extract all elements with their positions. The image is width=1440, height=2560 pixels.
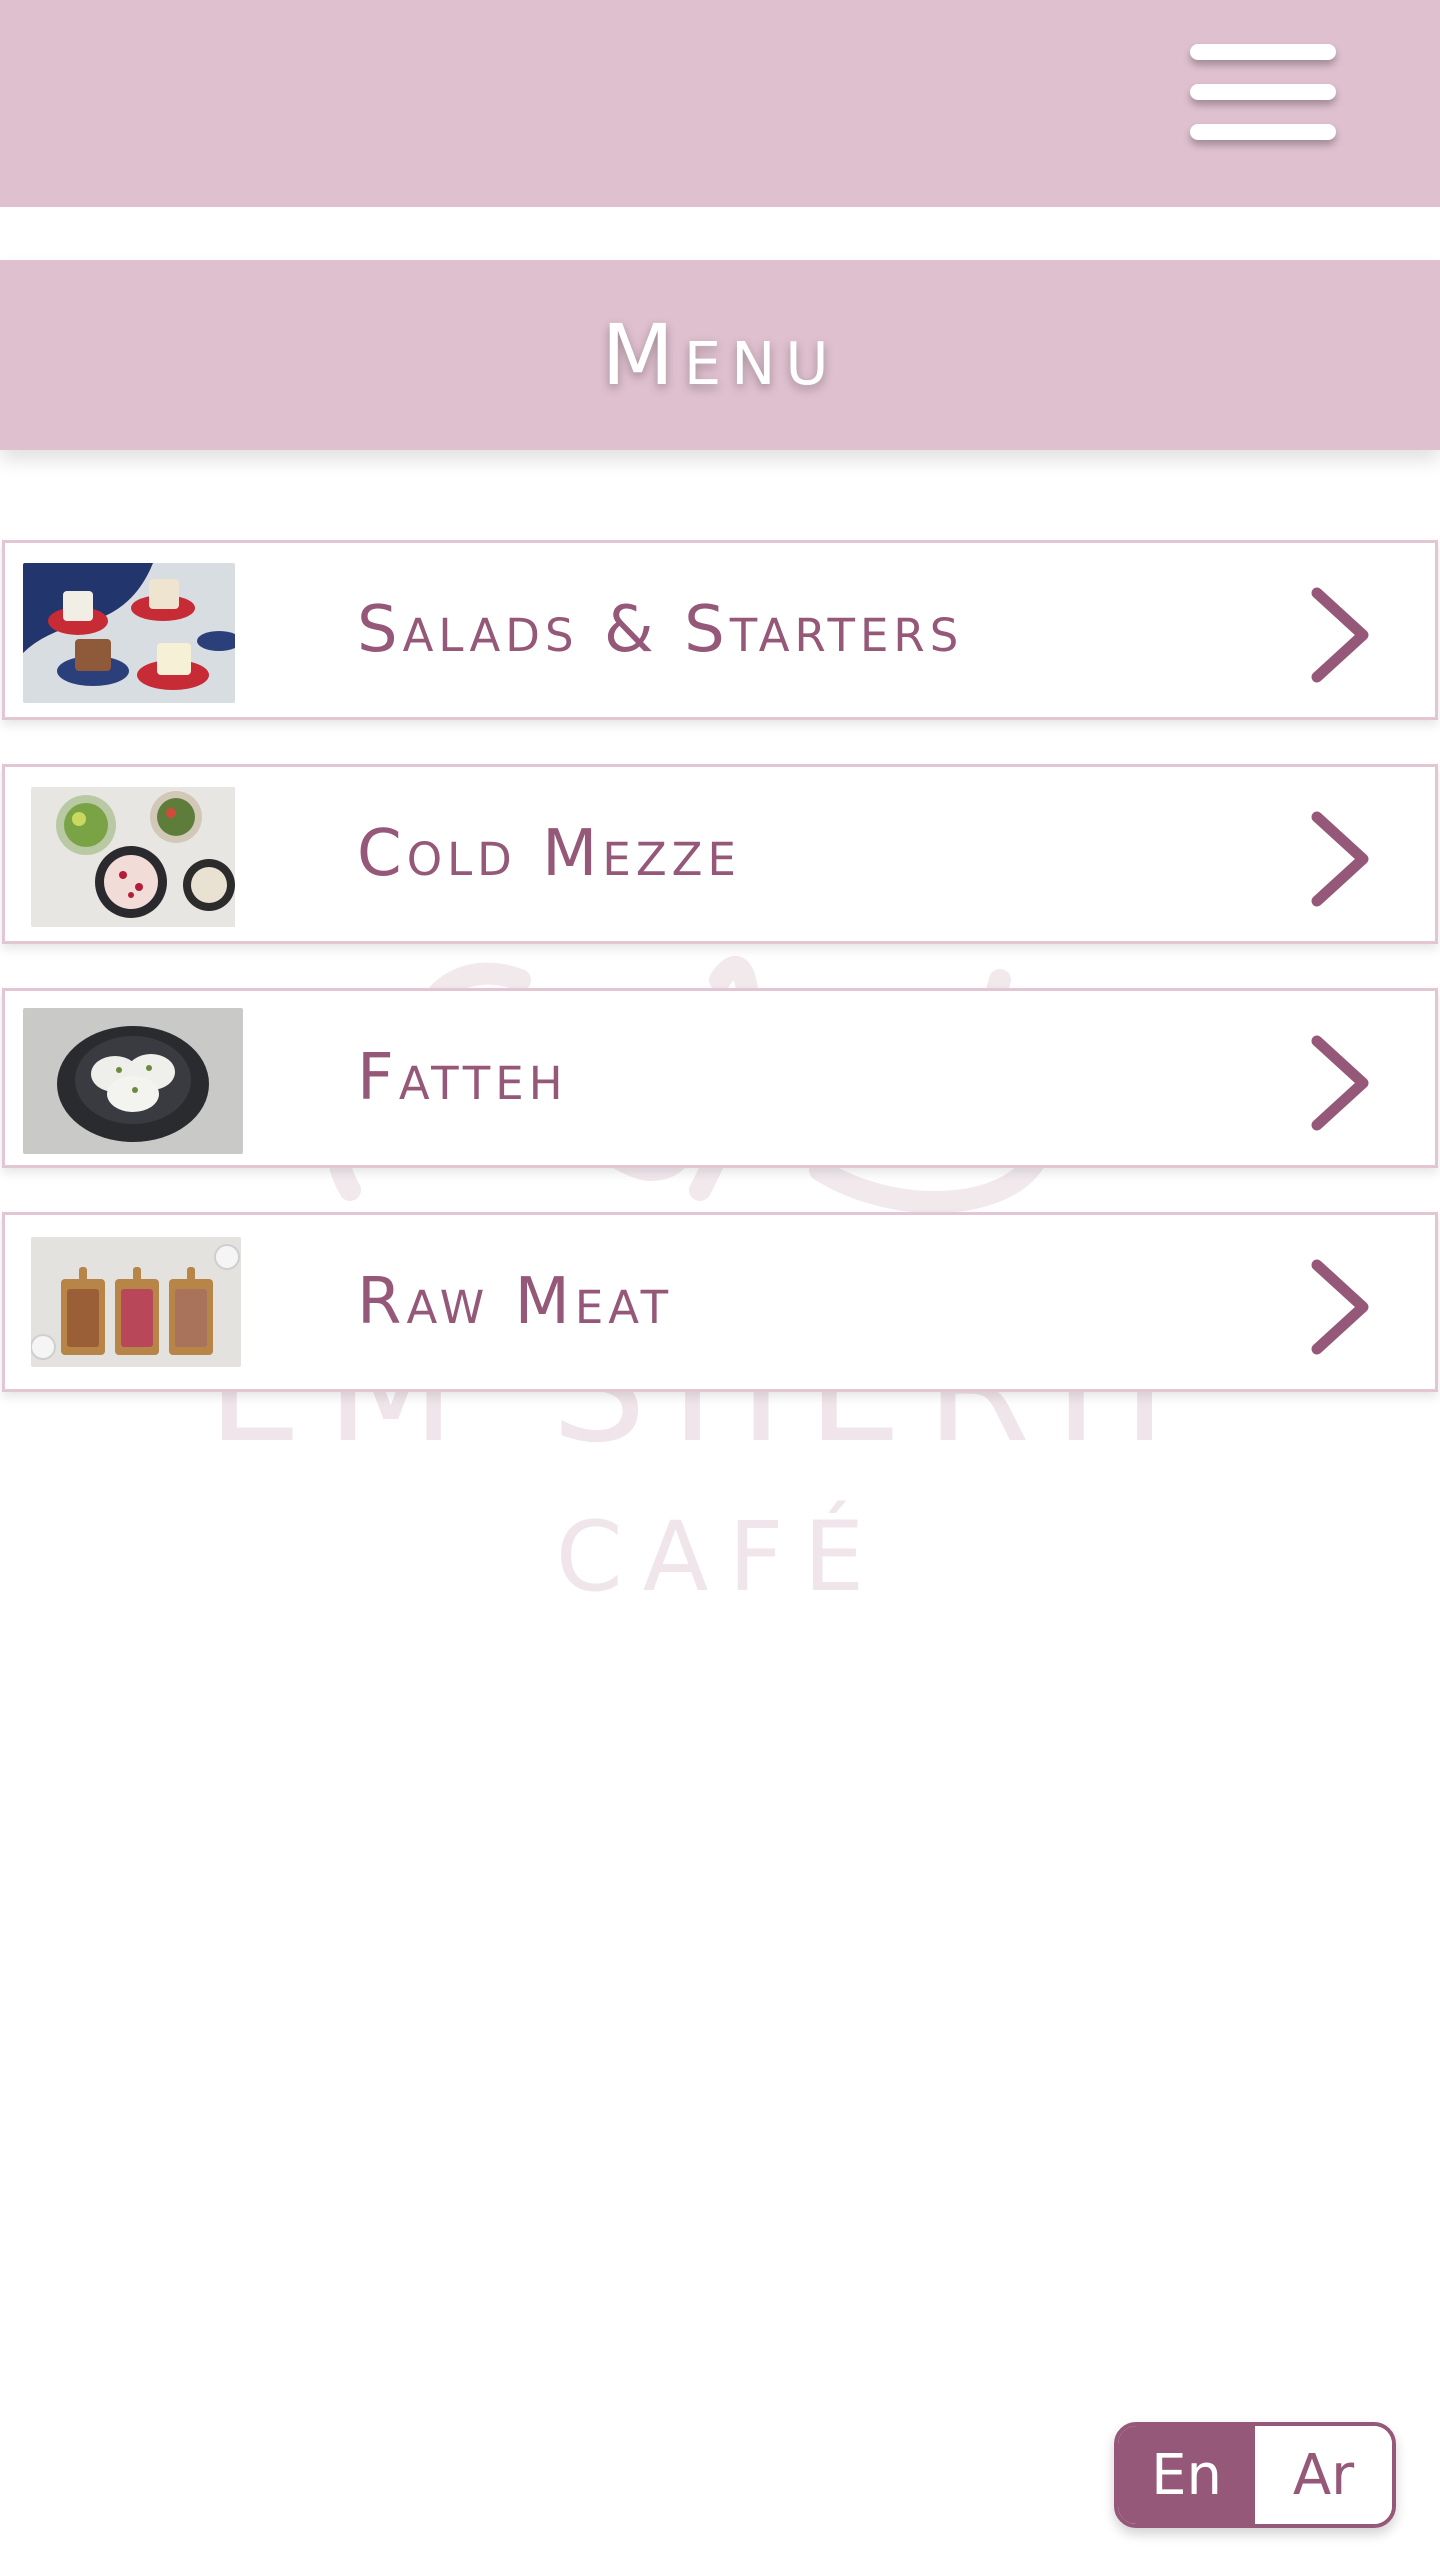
menu-banner: Menu (0, 260, 1440, 450)
chevron-right-icon (1311, 1259, 1369, 1355)
category-label: Salads & Starters (357, 593, 964, 667)
hamburger-line (1190, 84, 1336, 100)
chevron-right-icon (1311, 587, 1369, 683)
category-label: Cold Mezze (357, 817, 741, 891)
watermark-cafe: CAFÉ (556, 1500, 885, 1613)
hamburger-line (1190, 44, 1336, 60)
mezze-plates-photo (31, 787, 243, 927)
page-title: Menu (601, 306, 839, 404)
hamburger-line (1190, 124, 1336, 140)
category-label: Fatteh (357, 1041, 568, 1115)
hamburger-icon[interactable] (1188, 40, 1340, 152)
category-row-salads-starters[interactable]: Salads & Starters (2, 540, 1438, 720)
category-row-raw-meat[interactable]: Raw Meat (2, 1212, 1438, 1392)
language-ar-button[interactable]: Ar (1255, 2426, 1392, 2524)
chevron-right-icon (1311, 1035, 1369, 1131)
language-toggle: En Ar (1114, 2422, 1396, 2528)
desserts-table-photo (23, 563, 235, 703)
category-row-fatteh[interactable]: Fatteh (2, 988, 1438, 1168)
category-label: Raw Meat (357, 1265, 674, 1339)
top-bar (0, 0, 1440, 207)
language-en-button[interactable]: En (1118, 2426, 1255, 2524)
fatteh-bowl-photo (23, 1008, 243, 1154)
chevron-right-icon (1311, 811, 1369, 907)
raw-meat-boards-photo (31, 1237, 241, 1367)
category-row-cold-mezze[interactable]: Cold Mezze (2, 764, 1438, 944)
